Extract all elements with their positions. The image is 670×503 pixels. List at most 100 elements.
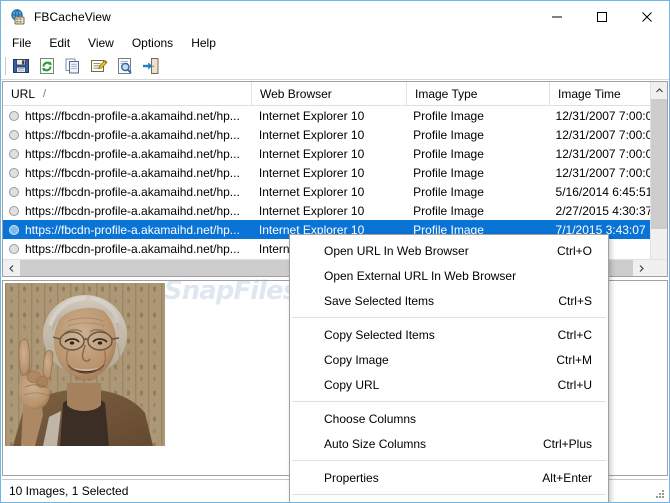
context-menu-item-label: Auto Size Columns: [324, 436, 427, 451]
row-browser-cell: Internet Explorer 10: [258, 184, 365, 199]
menu-help[interactable]: Help: [182, 34, 225, 52]
context-menu-item-accel: Ctrl+O: [556, 243, 592, 258]
context-menu-separator: [292, 494, 606, 495]
table-row[interactable]: https://fbcdn-profile-a.akamaihd.net/hp.…: [3, 201, 667, 220]
window-controls: [534, 1, 669, 32]
row-type-cell: Profile Image: [413, 165, 484, 180]
context-menu-item-choose-columns[interactable]: Choose Columns: [290, 406, 608, 431]
list-vertical-scrollbar[interactable]: [650, 82, 667, 276]
context-menu-item-accel: Ctrl+C: [557, 327, 592, 342]
minimize-button[interactable]: [534, 1, 579, 32]
table-row[interactable]: https://fbcdn-profile-a.akamaihd.net/hp.…: [3, 182, 667, 201]
copy-icon[interactable]: [61, 55, 85, 78]
scroll-left-icon[interactable]: [3, 260, 20, 276]
refresh-icon[interactable]: [35, 55, 59, 78]
row-type-cell: Profile Image: [413, 203, 484, 218]
context-menu-item-refresh[interactable]: Refresh F5: [290, 499, 608, 502]
row-browser-cell: Internet Explorer 10: [258, 203, 365, 218]
vertical-scroll-thumb[interactable]: [651, 99, 667, 229]
app-globe-icon: [10, 8, 26, 25]
context-menu[interactable]: Open URL In Web Browser Ctrl+O Open Exte…: [289, 234, 609, 502]
context-menu-item-label: Open URL In Web Browser: [324, 243, 469, 258]
row-url-text: https://fbcdn-profile-a.akamaihd.net/hp.…: [25, 184, 240, 199]
find-icon[interactable]: [113, 55, 137, 78]
context-menu-item-label: Copy Selected Items: [324, 327, 435, 342]
context-menu-item-auto-size-columns[interactable]: Auto Size Columns Ctrl+Plus: [290, 431, 608, 456]
menu-view[interactable]: View: [79, 34, 123, 52]
item-bullet-icon: [9, 243, 19, 254]
sort-indicator: /: [43, 88, 47, 100]
column-header-image-type-label: Image Type: [415, 87, 478, 101]
row-url-cell: https://fbcdn-profile-a.akamaihd.net/hp.…: [3, 242, 251, 256]
toolbar: [1, 53, 669, 80]
row-url-text: https://fbcdn-profile-a.akamaihd.net/hp.…: [25, 203, 240, 218]
context-menu-separator: [292, 317, 606, 318]
row-browser-cell: Internet Explorer 10: [258, 127, 365, 142]
menu-bar: File Edit View Options Help: [1, 32, 669, 53]
context-menu-item-copy-url[interactable]: Copy URL Ctrl+U: [290, 372, 608, 397]
column-header-image-time-label: Image Time: [558, 87, 621, 101]
row-browser-cell: Internet Explorer 10: [258, 165, 365, 180]
context-menu-item-accel: Ctrl+Plus: [542, 436, 592, 451]
context-menu-separator: [292, 460, 606, 461]
scroll-right-icon[interactable]: [633, 260, 650, 276]
context-menu-separator: [292, 401, 606, 402]
row-url-cell: https://fbcdn-profile-a.akamaihd.net/hp.…: [3, 223, 251, 237]
row-url-text: https://fbcdn-profile-a.akamaihd.net/hp.…: [25, 241, 240, 256]
row-url-cell: https://fbcdn-profile-a.akamaihd.net/hp.…: [3, 147, 251, 161]
context-menu-item-label: Choose Columns: [324, 411, 417, 426]
maximize-button[interactable]: [579, 1, 624, 32]
table-row[interactable]: https://fbcdn-profile-a.akamaihd.net/hp.…: [3, 125, 667, 144]
resize-grip-icon[interactable]: [654, 487, 666, 499]
row-url-text: https://fbcdn-profile-a.akamaihd.net/hp.…: [25, 165, 240, 180]
context-menu-item-properties[interactable]: Properties Alt+Enter: [290, 465, 608, 490]
column-header-web-browser-label: Web Browser: [260, 87, 332, 101]
exit-icon[interactable]: [139, 55, 163, 78]
context-menu-item-label: Save Selected Items: [324, 293, 435, 308]
row-url-cell: https://fbcdn-profile-a.akamaihd.net/hp.…: [3, 166, 251, 180]
row-url-text: https://fbcdn-profile-a.akamaihd.net/hp.…: [25, 127, 240, 142]
row-url-cell: https://fbcdn-profile-a.akamaihd.net/hp.…: [3, 128, 251, 142]
row-url-text: https://fbcdn-profile-a.akamaihd.net/hp.…: [25, 222, 240, 237]
row-browser-cell: Internet Explorer 10: [258, 108, 365, 123]
context-menu-item-copy-image[interactable]: Copy Image Ctrl+M: [290, 347, 608, 372]
column-header-image-time[interactable]: Image Time: [550, 82, 652, 106]
context-menu-item-label: Copy Image: [324, 352, 389, 367]
item-bullet-icon: [9, 110, 19, 121]
context-menu-item-accel: Ctrl+S: [558, 293, 592, 308]
context-menu-item-accel: Alt+Enter: [542, 470, 592, 485]
row-browser-cell: Internet Explorer 10: [258, 146, 365, 161]
row-type-cell: Profile Image: [413, 108, 484, 123]
column-header-web-browser[interactable]: Web Browser: [252, 82, 407, 106]
scroll-up-icon[interactable]: [651, 82, 667, 99]
properties-icon[interactable]: [87, 55, 111, 78]
window-title: FBCacheView: [34, 9, 111, 24]
context-menu-item-save-selected-items[interactable]: Save Selected Items Ctrl+S: [290, 288, 608, 313]
context-menu-item-open-external-url-in-web-browser[interactable]: Open External URL In Web Browser: [290, 263, 608, 288]
row-url-cell: https://fbcdn-profile-a.akamaihd.net/hp.…: [3, 204, 251, 218]
status-count-text: 10 Images, 1 Selected: [2, 479, 301, 502]
item-bullet-icon: [9, 148, 19, 159]
column-header-image-type[interactable]: Image Type: [407, 82, 550, 106]
row-url-cell: https://fbcdn-profile-a.akamaihd.net/hp.…: [3, 109, 251, 123]
table-row[interactable]: https://fbcdn-profile-a.akamaihd.net/hp.…: [3, 144, 667, 163]
column-header-url[interactable]: URL /: [3, 82, 252, 106]
row-url-cell: https://fbcdn-profile-a.akamaihd.net/hp.…: [3, 185, 251, 199]
item-bullet-icon: [9, 205, 19, 216]
row-type-cell: Profile Image: [413, 127, 484, 142]
context-menu-item-open-url-in-web-browser[interactable]: Open URL In Web Browser Ctrl+O: [290, 238, 608, 263]
menu-options[interactable]: Options: [123, 34, 182, 52]
row-type-cell: Profile Image: [413, 184, 484, 199]
close-button[interactable]: [624, 1, 669, 32]
context-menu-item-label: Copy URL: [324, 377, 380, 392]
save-icon[interactable]: [9, 55, 33, 78]
menu-edit[interactable]: Edit: [40, 34, 79, 52]
item-bullet-icon: [9, 186, 19, 197]
fbcacheview-window: FBCacheView File Edit View Options Help: [0, 0, 670, 503]
table-row[interactable]: https://fbcdn-profile-a.akamaihd.net/hp.…: [3, 106, 667, 125]
context-menu-item-label: Open External URL In Web Browser: [324, 268, 517, 283]
table-row[interactable]: https://fbcdn-profile-a.akamaihd.net/hp.…: [3, 163, 667, 182]
context-menu-item-copy-selected-items[interactable]: Copy Selected Items Ctrl+C: [290, 322, 608, 347]
preview-image: [5, 283, 165, 446]
menu-file[interactable]: File: [3, 34, 40, 52]
